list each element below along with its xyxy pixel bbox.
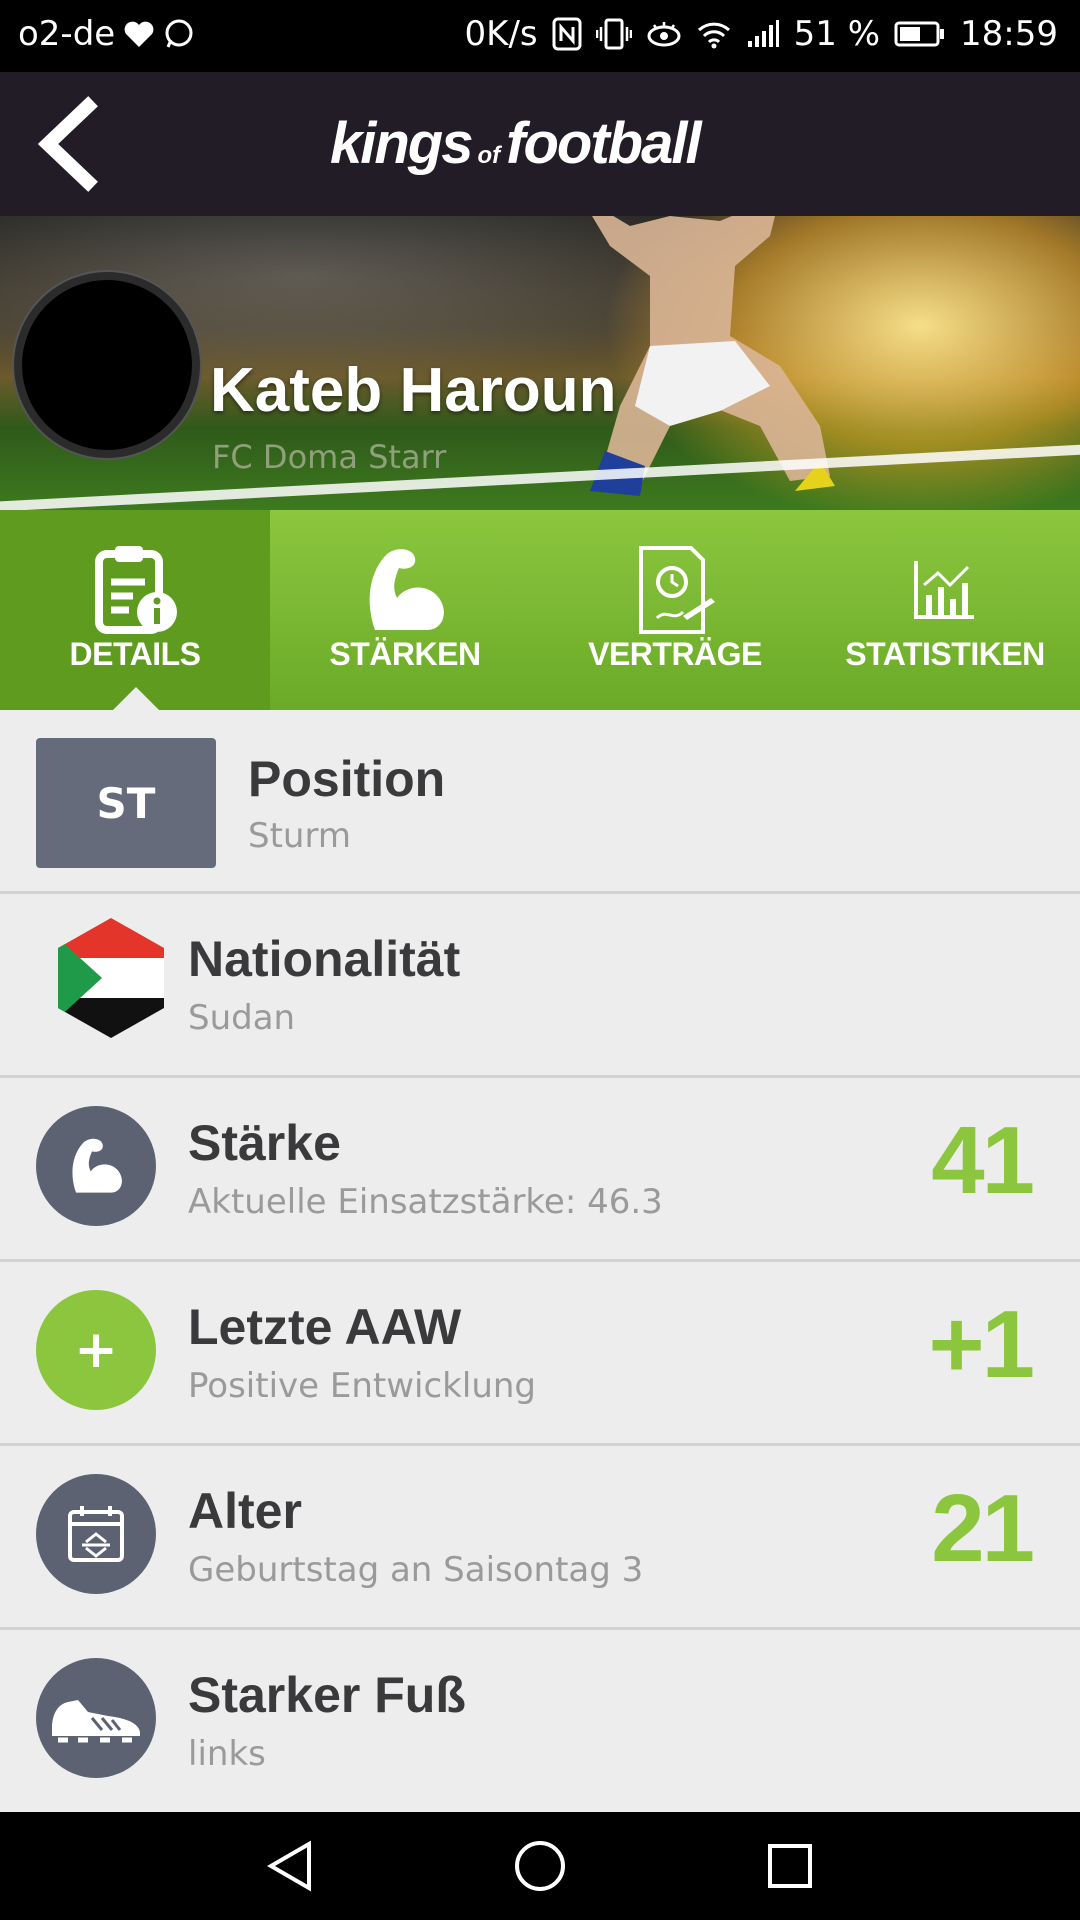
logo-kings: kings <box>330 111 473 176</box>
nav-home-button[interactable] <box>510 1836 570 1896</box>
chart-icon <box>910 540 980 640</box>
position-subtitle: Sturm <box>248 816 351 856</box>
player-club[interactable]: FC Doma Starr <box>212 438 446 476</box>
details-info-icon <box>85 540 185 640</box>
whatsapp-icon <box>163 18 195 50</box>
tab-details-label: DETAILS <box>69 636 201 672</box>
strength-muscle-icon <box>36 1106 156 1226</box>
age-row: Alter Geburtstag an Saisontag 3 21 <box>0 1446 1080 1630</box>
back-button[interactable] <box>30 94 130 194</box>
position-title: Position <box>248 751 446 807</box>
position-badge: ST <box>36 738 216 868</box>
health-heart-icon <box>123 19 155 49</box>
tab-staerken[interactable]: STÄRKEN <box>270 510 540 710</box>
nationality-row: Nationalität Sudan <box>0 894 1080 1078</box>
strong-foot-row: Starker Fuß links <box>0 1630 1080 1811</box>
strong-foot-title: Starker Fuß <box>188 1667 466 1723</box>
vibrate-icon <box>595 17 632 51</box>
wifi-icon <box>696 19 732 49</box>
player-avatar[interactable] <box>14 272 200 458</box>
tab-vertraege[interactable]: VERTRÄGE <box>540 510 810 710</box>
age-title: Alter <box>188 1483 302 1539</box>
plus-icon: + <box>36 1290 156 1410</box>
tab-details[interactable]: DETAILS <box>0 510 270 711</box>
battery-percent: 51 % <box>793 14 881 54</box>
nfc-icon <box>552 17 582 51</box>
app-header: kings of football <box>0 72 1080 216</box>
tab-statistiken[interactable]: STATISTIKEN <box>810 510 1080 710</box>
battery-icon <box>894 20 946 48</box>
nav-back-triangle-icon <box>267 1840 311 1892</box>
logo-of: of <box>477 142 501 169</box>
muscle-icon <box>357 540 453 640</box>
details-list: ST Position Sturm Nationalität Sudan Stä… <box>0 710 1080 1811</box>
nav-recents-button[interactable] <box>760 1836 820 1896</box>
boot-icon <box>36 1658 156 1778</box>
strength-row: Stärke Aktuelle Einsatzstärke: 46.3 41 <box>0 1078 1080 1262</box>
last-aaw-row: + Letzte AAW Positive Entwicklung +1 <box>0 1262 1080 1446</box>
active-tab-pointer <box>112 687 160 711</box>
tab-statistiken-label: STATISTIKEN <box>845 636 1045 672</box>
last-aaw-title: Letzte AAW <box>188 1299 462 1355</box>
strength-title: Stärke <box>188 1115 341 1171</box>
nav-back-button[interactable] <box>260 1836 320 1896</box>
player-name: Kateb Haroun <box>210 356 617 425</box>
app-logo: kings of football <box>330 110 702 177</box>
nav-home-circle-icon <box>515 1841 565 1891</box>
carrier-label: o2-de <box>18 14 116 54</box>
tab-vertraege-label: VERTRÄGE <box>588 636 762 672</box>
strength-value: 41 <box>931 1107 1035 1214</box>
nationality-title: Nationalität <box>188 931 461 987</box>
nav-recents-square-icon <box>768 1844 812 1888</box>
tab-staerken-label: STÄRKEN <box>329 636 481 672</box>
tab-bar: DETAILS STÄRKEN VERTRÄGE STATISTIKEN <box>0 510 1080 711</box>
strength-subtitle: Aktuelle Einsatzstärke: 46.3 <box>188 1182 663 1222</box>
system-nav-bar <box>0 1812 1080 1920</box>
position-row: ST Position Sturm <box>0 710 1080 894</box>
signal-icon <box>746 19 780 49</box>
clock: 18:59 <box>960 14 1058 54</box>
nationality-subtitle: Sudan <box>188 998 296 1038</box>
logo-football: football <box>506 111 701 176</box>
network-speed: 0K/s <box>464 14 538 54</box>
last-aaw-subtitle: Positive Entwicklung <box>188 1366 537 1406</box>
calendar-icon <box>36 1474 156 1594</box>
last-aaw-value: +1 <box>928 1291 1035 1398</box>
eye-comfort-icon <box>646 19 682 49</box>
plus-glyph: + <box>74 1320 118 1380</box>
status-bar: o2-de 0K/s 51 % 18:59 <box>0 0 1080 72</box>
contract-icon <box>627 540 723 640</box>
back-arrow-icon <box>37 96 98 192</box>
age-value: 21 <box>931 1475 1035 1582</box>
sudan-flag-icon <box>58 918 164 1038</box>
age-subtitle: Geburtstag an Saisontag 3 <box>188 1550 644 1590</box>
strong-foot-subtitle: links <box>188 1734 266 1774</box>
